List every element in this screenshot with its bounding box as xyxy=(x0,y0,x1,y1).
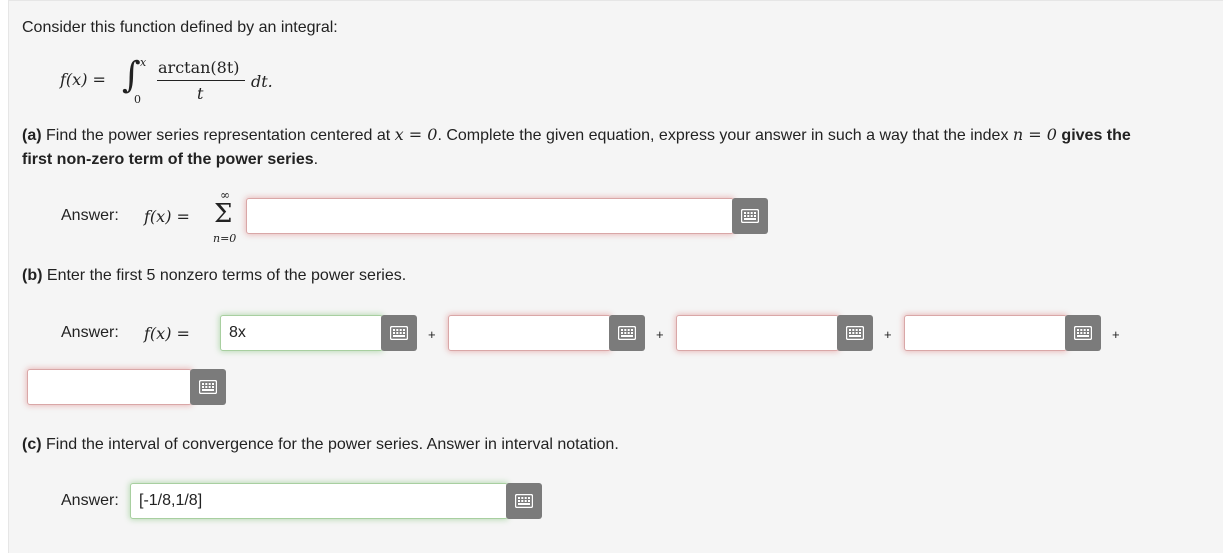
part-b-answer-label: Answer: xyxy=(61,324,119,341)
part-c-label: (c) xyxy=(22,436,42,453)
intro-text: Consider this function defined by an int… xyxy=(22,19,338,36)
part-a-answer-input[interactable] xyxy=(246,198,734,234)
plus-sign: + xyxy=(1112,327,1120,342)
keyboard-icon xyxy=(199,380,217,394)
plus-sign: + xyxy=(428,327,436,342)
part-a-period: . xyxy=(313,151,319,168)
keyboard-icon xyxy=(515,494,533,508)
integrand-numerator: arctan(8t) xyxy=(158,58,240,77)
integrand-denominator: t xyxy=(197,84,204,103)
keyboard-icon xyxy=(618,326,636,340)
part-b-prompt: (b) Enter the first 5 nonzero terms of t… xyxy=(22,267,406,285)
plus-sign: + xyxy=(656,327,664,342)
sigma-lower: n=0 xyxy=(213,232,237,245)
part-a-bold-1: gives the xyxy=(1061,127,1131,144)
part-c-prompt: (c) Find the interval of convergence for… xyxy=(22,436,619,454)
keyboard-icon xyxy=(846,326,864,340)
part-b-text: Enter the first 5 nonzero terms of the p… xyxy=(46,267,407,284)
part-a-label: (a) xyxy=(22,127,42,144)
term-2-keyboard-button[interactable] xyxy=(609,315,645,351)
term-2-input[interactable] xyxy=(448,315,611,351)
integral-lower: 0 xyxy=(134,93,141,106)
part-a-index: n = 0 xyxy=(1012,125,1057,144)
keyboard-icon xyxy=(1074,326,1092,340)
differential-dt: dt. xyxy=(251,72,273,91)
term-3-keyboard-button[interactable] xyxy=(837,315,873,351)
part-a-text-2: . Complete the given equation, express y… xyxy=(437,127,1009,144)
keyboard-icon xyxy=(741,209,759,223)
part-b-label: (b) xyxy=(22,267,43,284)
integral-sign: ∫ xyxy=(122,55,141,96)
part-b-lhs: f(x) = xyxy=(144,324,190,343)
term-3-input[interactable] xyxy=(676,315,839,351)
term-1-input[interactable]: 8x xyxy=(220,315,383,351)
sigma-sign: Σ xyxy=(214,199,233,229)
integral-upper: x xyxy=(140,56,147,69)
part-a-center: x = 0 xyxy=(394,125,438,144)
fraction-bar xyxy=(157,80,245,81)
part-a-prompt-line-2: first non-zero term of the power series. xyxy=(22,151,318,169)
part-a-text-1: Find the power series representation cen… xyxy=(46,127,391,144)
part-a-prompt: (a) Find the power series representation… xyxy=(22,125,1131,145)
term-4-keyboard-button[interactable] xyxy=(1065,315,1101,351)
part-a-lhs: f(x) = xyxy=(144,207,190,226)
term-1-keyboard-button[interactable] xyxy=(381,315,417,351)
definition-lhs: f(x) = xyxy=(60,70,106,89)
term-4-input[interactable] xyxy=(904,315,1067,351)
part-a-bold-2: first non-zero term of the power series xyxy=(22,151,314,168)
part-c-text: Find the interval of convergence for the… xyxy=(46,436,619,453)
interval-input[interactable]: [-1/8,1/8] xyxy=(130,483,508,519)
term-5-keyboard-button[interactable] xyxy=(190,369,226,405)
part-a-keyboard-button[interactable] xyxy=(732,198,768,234)
interval-keyboard-button[interactable] xyxy=(506,483,542,519)
part-a-answer-label: Answer: xyxy=(61,207,119,224)
plus-sign: + xyxy=(884,327,892,342)
term-5-input[interactable] xyxy=(27,369,192,405)
part-c-answer-label: Answer: xyxy=(61,492,119,509)
keyboard-icon xyxy=(390,326,408,340)
